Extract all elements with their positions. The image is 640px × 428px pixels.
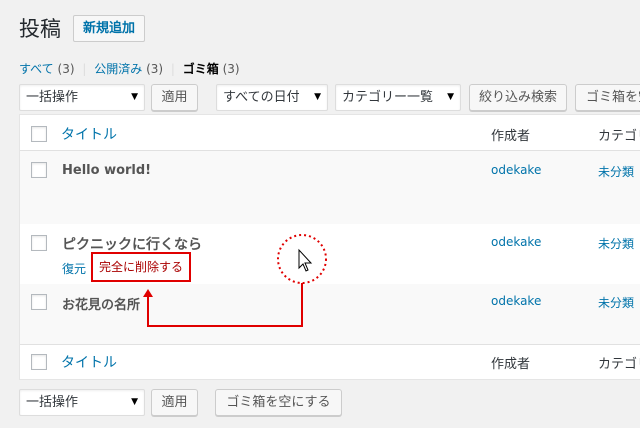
caret-down-icon: ▼ [131, 397, 138, 407]
bulk-action-select-value: 一括操作 [26, 395, 79, 410]
mouse-pointer-icon [298, 248, 313, 272]
apply-button-bottom[interactable]: 適用 [151, 389, 198, 416]
annotation-arrow-line [147, 283, 303, 327]
empty-trash-button-bottom[interactable]: ゴミ箱を空にする [215, 389, 342, 416]
annotation-overlay [143, 234, 327, 327]
arrow-head-icon [143, 289, 153, 297]
bulk-action-select-bottom[interactable]: 一括操作 ▼ [19, 389, 145, 416]
